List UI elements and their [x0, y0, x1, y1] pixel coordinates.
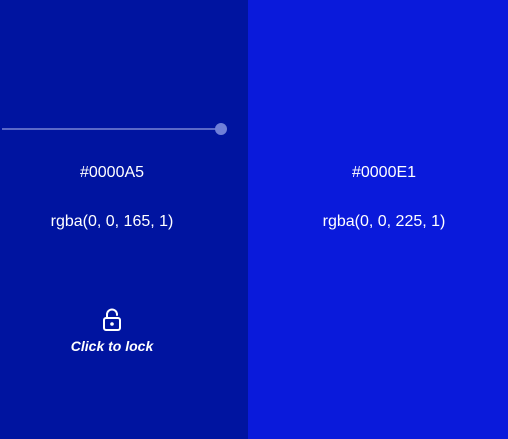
color-swatch-left[interactable]: #0000A5 rgba(0, 0, 165, 1) Click to lock: [0, 0, 248, 439]
hex-value[interactable]: #0000E1: [248, 163, 508, 183]
shade-slider[interactable]: [0, 121, 232, 137]
lock-button[interactable]: Click to lock: [62, 308, 162, 354]
hex-value[interactable]: #0000A5: [0, 163, 224, 183]
slider-track[interactable]: [2, 128, 221, 130]
color-swatch-right[interactable]: #0000E1 rgba(0, 0, 225, 1): [248, 0, 508, 439]
color-palette: #0000A5 rgba(0, 0, 165, 1) Click to lock…: [0, 0, 508, 439]
rgba-value[interactable]: rgba(0, 0, 225, 1): [248, 212, 508, 232]
slider-thumb[interactable]: [215, 123, 227, 135]
unlocked-padlock-icon: [103, 308, 121, 331]
rgba-value[interactable]: rgba(0, 0, 165, 1): [0, 212, 224, 232]
lock-label: Click to lock: [70, 338, 154, 354]
